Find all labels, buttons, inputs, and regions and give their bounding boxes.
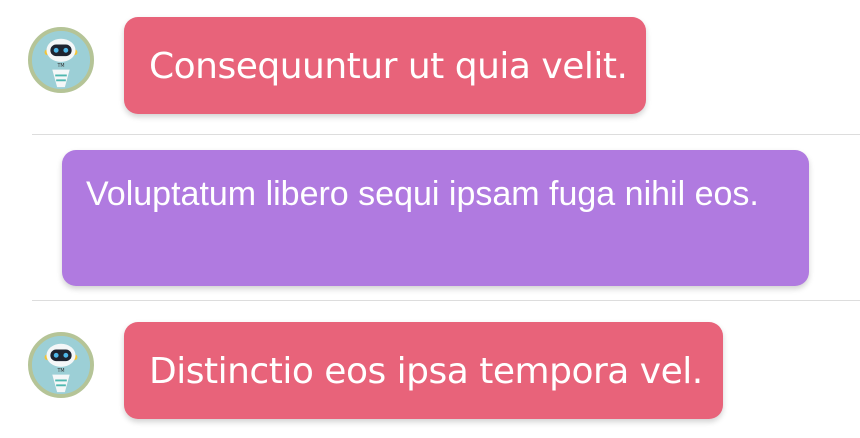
avatar-label: TM xyxy=(56,63,64,69)
message-text: Consequuntur ut quia velit. xyxy=(149,46,628,87)
robot-icon: TM xyxy=(32,336,90,394)
chat-log: TM Consequuntur ut quia velit. Voluptatu… xyxy=(0,0,860,438)
bot-avatar: TM xyxy=(28,27,94,93)
bot-message-bubble: Distinctio eos ipsa tempora vel. xyxy=(124,322,723,419)
bot-avatar: TM xyxy=(28,332,94,398)
bot-message-bubble: Consequuntur ut quia velit. xyxy=(124,17,646,114)
avatar-label: TM xyxy=(56,368,64,374)
bot-message-row: TM Consequuntur ut quia velit. xyxy=(0,0,860,134)
robot-icon: TM xyxy=(32,31,90,89)
user-message-row: Voluptatum libero sequi ipsam fuga nihil… xyxy=(0,135,860,300)
user-message-bubble: Voluptatum libero sequi ipsam fuga nihil… xyxy=(62,150,809,286)
message-text: Voluptatum libero sequi ipsam fuga nihil… xyxy=(86,175,759,213)
bot-message-row: TM Distinctio eos ipsa tempora vel. xyxy=(0,301,860,438)
message-text: Distinctio eos ipsa tempora vel. xyxy=(149,351,703,392)
